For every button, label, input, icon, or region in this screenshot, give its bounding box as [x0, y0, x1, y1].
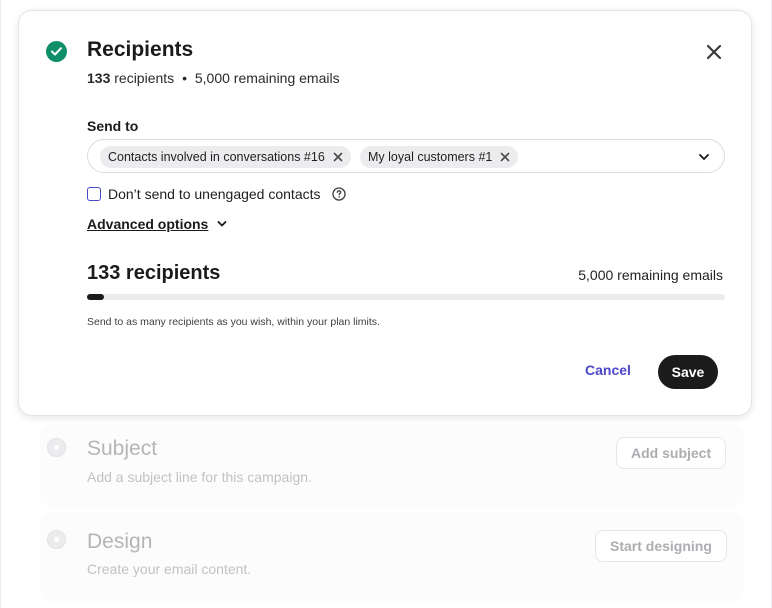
- unengaged-checkbox-label[interactable]: Don’t send to unengaged contacts: [108, 186, 321, 202]
- step-pending-icon: [47, 438, 66, 457]
- list-chip: My loyal customers #1: [360, 146, 519, 168]
- summary-count-label: recipients: [114, 70, 175, 86]
- start-designing-button[interactable]: Start designing: [595, 530, 727, 562]
- summary-remaining: 5,000 remaining emails: [194, 70, 340, 86]
- usage-progress-fill: [87, 294, 105, 300]
- chip-remove-icon[interactable]: [332, 151, 344, 163]
- advanced-options-toggle[interactable]: Advanced options: [87, 216, 227, 232]
- step-pending-icon: [47, 530, 66, 549]
- chip-remove-icon[interactable]: [499, 151, 511, 163]
- cancel-button[interactable]: Cancel: [585, 362, 631, 378]
- subject-step-title: Subject: [87, 437, 158, 460]
- list-chip-label: Contacts involved in conversations #16: [108, 150, 325, 164]
- usage-progress-bar: [87, 294, 725, 300]
- plan-limit-hint: Send to as many recipients as you wish, …: [87, 316, 380, 328]
- subject-step-description: Add a subject line for this campaign.: [87, 469, 312, 485]
- chevron-down-icon: [217, 221, 227, 227]
- chevron-down-icon[interactable]: [698, 152, 710, 162]
- design-step-title: Design: [87, 530, 153, 553]
- send-to-label: Send to: [87, 118, 139, 134]
- contact-list-select[interactable]: Contacts involved in conversations #16 M…: [87, 139, 725, 173]
- unengaged-option: Don’t send to unengaged contacts: [87, 185, 346, 203]
- summary-separator: •: [182, 70, 187, 86]
- card-title: Recipients: [87, 38, 194, 61]
- design-step-description: Create your email content.: [87, 561, 252, 577]
- add-subject-button[interactable]: Add subject: [616, 437, 727, 469]
- recipients-card: Recipients 133 recipients • 5,000 remain…: [18, 10, 752, 416]
- check-circle-icon: [46, 41, 67, 62]
- help-circle-icon[interactable]: [331, 187, 346, 201]
- recipients-summary: 133 recipients • 5,000 remaining emails: [87, 70, 340, 86]
- save-button[interactable]: Save: [658, 355, 718, 389]
- recipients-total: 133 recipients: [87, 262, 221, 284]
- list-chip: Contacts involved in conversations #16: [100, 146, 351, 168]
- close-icon[interactable]: [705, 43, 723, 61]
- remaining-emails: 5,000 remaining emails: [578, 267, 723, 283]
- summary-count: 133: [87, 70, 111, 86]
- advanced-options-label[interactable]: Advanced options: [87, 216, 208, 232]
- unengaged-checkbox[interactable]: [87, 187, 101, 201]
- list-chip-label: My loyal customers #1: [368, 150, 493, 164]
